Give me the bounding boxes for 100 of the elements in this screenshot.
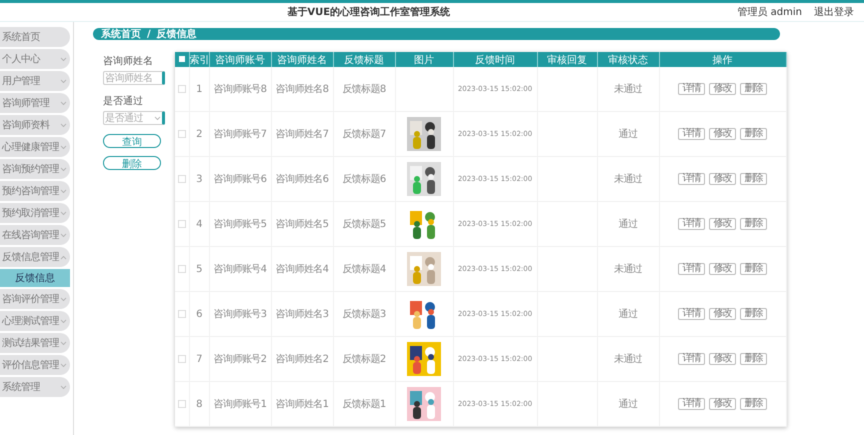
column-header: 索引 <box>189 52 209 67</box>
table-cell: 咨询师姓名1 <box>271 382 333 426</box>
table-cell: 7 <box>189 336 209 382</box>
table-cell: 咨询师姓名8 <box>271 67 333 112</box>
table-cell: 咨询师账号3 <box>209 292 271 336</box>
table-cell: 咨询师账号1 <box>209 382 271 426</box>
table-cell: 反馈标题2 <box>333 336 395 382</box>
table-cell: 3 <box>189 156 209 202</box>
sidebar-item[interactable]: 反馈信息管理 <box>0 247 70 267</box>
logout-link[interactable]: 退出登录 <box>814 5 854 19</box>
row-checkbox[interactable] <box>178 310 186 318</box>
sidebar-item[interactable]: 心理测试管理 <box>0 311 70 331</box>
edit-button[interactable]: 修改 <box>709 263 736 275</box>
field-label: 是否通过 <box>103 94 144 108</box>
table-cell: 咨询师姓名5 <box>271 202 333 246</box>
column-header: 咨询师姓名 <box>271 52 333 67</box>
sidebar-item[interactable]: 咨询师资料 <box>0 115 70 135</box>
details-button[interactable]: 详情 <box>678 398 705 410</box>
table-cell: 咨询师账号8 <box>209 67 271 112</box>
table-cell: 咨询师姓名4 <box>271 246 333 292</box>
column-header: 操作 <box>659 52 786 67</box>
delete-button[interactable]: 删除 <box>740 308 767 320</box>
app-title: 基于VUE的心理咨询工作室管理系统 <box>286 5 452 19</box>
table-cell: 咨询师账号6 <box>209 156 271 202</box>
delete-button[interactable]: 删除 <box>103 156 161 170</box>
table-cell: 反馈标题7 <box>333 112 395 156</box>
details-button[interactable]: 详情 <box>678 218 705 230</box>
row-checkbox[interactable] <box>178 130 186 138</box>
submenu-item[interactable]: 反馈信息 <box>0 269 70 287</box>
row-checkbox[interactable] <box>178 264 186 273</box>
sidebar-item[interactable]: 评价信息管理 <box>0 355 70 375</box>
table-cell: 1 <box>189 67 209 112</box>
edit-button[interactable]: 修改 <box>709 353 736 365</box>
table-cell: 反馈标题8 <box>333 67 395 112</box>
delete-button[interactable]: 删除 <box>740 263 767 275</box>
table-cell: 通过 <box>597 202 659 246</box>
delete-button[interactable]: 删除 <box>740 128 767 140</box>
column-header: 反馈时间 <box>453 52 537 67</box>
delete-button[interactable]: 删除 <box>740 218 767 230</box>
details-button[interactable]: 详情 <box>678 173 705 185</box>
table-cell: 反馈标题1 <box>333 382 395 426</box>
edit-button[interactable]: 修改 <box>709 173 736 185</box>
table-cell: 反馈标题3 <box>333 292 395 336</box>
user-label: 管理员 admin <box>737 6 802 19</box>
table-cell: 咨询师姓名3 <box>271 292 333 336</box>
details-button[interactable]: 详情 <box>678 83 705 95</box>
sidebar-item[interactable]: 个人中心 <box>0 49 70 69</box>
column-header: 审核状态 <box>597 52 659 67</box>
table-cell: 咨询师姓名2 <box>271 336 333 382</box>
delete-button[interactable]: 删除 <box>740 173 767 185</box>
details-button[interactable]: 详情 <box>678 308 705 320</box>
field-label: 咨询师姓名 <box>103 55 154 68</box>
delete-button[interactable]: 删除 <box>740 83 767 95</box>
table-cell: 咨询师账号7 <box>209 112 271 156</box>
table-cell: 反馈标题5 <box>333 202 395 246</box>
table-cell: 6 <box>189 292 209 336</box>
sidebar-item[interactable]: 咨询师管理 <box>0 93 70 113</box>
sidebar-item[interactable]: 用户管理 <box>0 71 70 91</box>
table-cell: 未通过 <box>597 336 659 382</box>
delete-button[interactable]: 删除 <box>740 353 767 365</box>
sidebar-item[interactable]: 在线咨询管理 <box>0 225 70 245</box>
sidebar-item[interactable]: 咨询预约管理 <box>0 159 70 179</box>
table-cell: 未通过 <box>597 156 659 202</box>
select-all-checkbox[interactable] <box>178 56 185 62</box>
table-cell: 通过 <box>597 292 659 336</box>
sidebar-item[interactable]: 心理健康管理 <box>0 137 70 157</box>
delete-button[interactable]: 删除 <box>740 398 767 410</box>
edit-button[interactable]: 修改 <box>709 398 736 410</box>
search-field[interactable]: 咨询师姓名 <box>103 71 165 85</box>
row-checkbox[interactable] <box>178 84 186 93</box>
sidebar-item[interactable]: 预约咨询管理 <box>0 181 70 201</box>
table-cell: 未通过 <box>597 67 659 112</box>
table-cell: 反馈标题4 <box>333 246 395 292</box>
sidebar-item[interactable]: 系统首页 <box>0 27 70 47</box>
row-checkbox[interactable] <box>178 354 186 363</box>
sidebar-item[interactable]: 预约取消管理 <box>0 203 70 223</box>
search-button[interactable]: 查询 <box>103 134 161 148</box>
table-cell: 通过 <box>597 112 659 156</box>
table-cell: 咨询师账号2 <box>209 336 271 382</box>
edit-button[interactable]: 修改 <box>709 308 736 320</box>
table-cell: 咨询师账号5 <box>209 202 271 246</box>
sidebar-item[interactable]: 测试结果管理 <box>0 333 70 353</box>
table-cell: 未通过 <box>597 246 659 292</box>
breadcrumb-item[interactable]: 系统首页 <box>101 27 141 41</box>
details-button[interactable]: 详情 <box>678 353 705 365</box>
sidebar-item[interactable]: 咨询评价管理 <box>0 289 70 309</box>
edit-button[interactable]: 修改 <box>709 83 736 95</box>
table-cell: 5 <box>189 246 209 292</box>
table-cell: 8 <box>189 382 209 426</box>
details-button[interactable]: 详情 <box>678 263 705 275</box>
row-checkbox[interactable] <box>178 220 186 228</box>
edit-button[interactable]: 修改 <box>709 128 736 140</box>
chevron-icon <box>154 116 161 120</box>
row-checkbox[interactable] <box>178 400 186 408</box>
details-button[interactable]: 详情 <box>678 128 705 140</box>
status-dropdown[interactable]: 是否通过 <box>103 111 165 125</box>
sidebar-item[interactable]: 系统管理 <box>0 377 70 397</box>
edit-button[interactable]: 修改 <box>709 218 736 230</box>
column-header: 反馈标题 <box>333 52 395 67</box>
row-checkbox[interactable] <box>178 174 186 183</box>
